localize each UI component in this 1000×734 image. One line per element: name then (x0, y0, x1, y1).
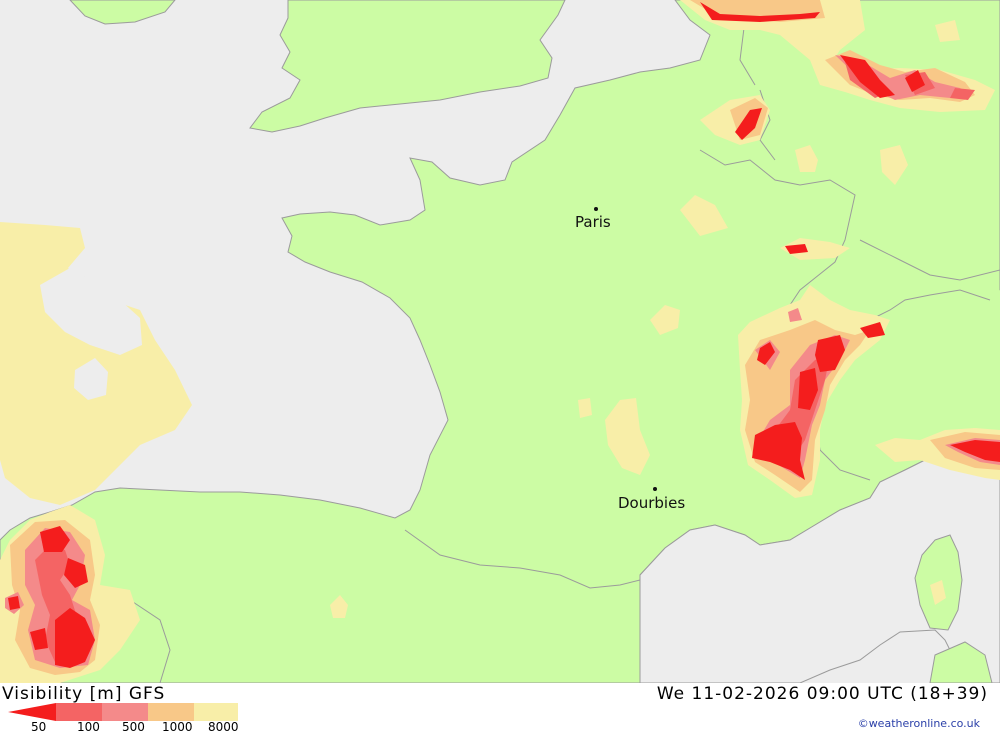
map-area[interactable]: Paris Dourbies (0, 0, 1000, 684)
city-label-dourbies: Dourbies (618, 494, 685, 512)
footer-bar: Visibility [m] GFS We 11-02-2026 09:00 U… (0, 683, 1000, 734)
legend-label-1000: 1000 (162, 720, 193, 734)
city-marker-paris (594, 207, 598, 211)
legend-colorbar (8, 703, 238, 721)
legend-swatch-1000 (148, 703, 194, 721)
credit-link[interactable]: ©weatheronline.co.uk (858, 717, 980, 730)
city-marker-dourbies (653, 487, 657, 491)
legend-swatch-8000 (194, 703, 238, 721)
map-datetime: We 11-02-2026 09:00 UTC (18+39) (656, 684, 988, 704)
legend-swatch-50 (8, 703, 56, 721)
legend-label-8000: 8000 (208, 720, 239, 734)
map-canvas: Paris Dourbies (0, 0, 1000, 684)
map-title: Visibility [m] GFS (2, 684, 166, 704)
legend-swatch-100 (56, 703, 102, 721)
legend-label-50: 50 (31, 720, 47, 734)
legend-label-100: 100 (77, 720, 100, 734)
legend-label-500: 500 (122, 720, 145, 734)
city-label-paris: Paris (575, 213, 611, 231)
legend-swatch-500 (102, 703, 148, 721)
